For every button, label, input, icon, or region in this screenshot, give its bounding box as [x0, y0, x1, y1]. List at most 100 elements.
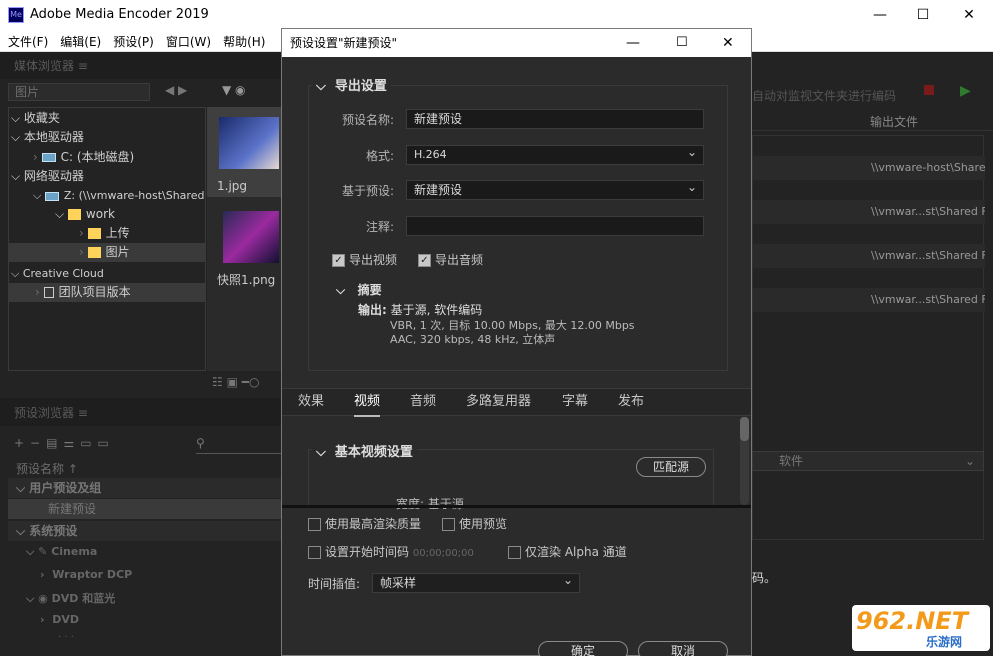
match-source-button[interactable]: 匹配源	[636, 457, 706, 477]
tab-video[interactable]: 视频	[354, 389, 381, 417]
queue-panel: 自动对监视文件夹进行编码 ▶ 输出文件 \\vmware-host\Shared…	[752, 53, 993, 656]
menu-file[interactable]: 文件(F)	[0, 30, 52, 50]
preset-toolbar-icons[interactable]: +−▤⚌▭▭	[14, 436, 115, 450]
timecode-value: 00;00;00;00	[412, 548, 474, 559]
summary-header[interactable]: ⌵ 摘要	[336, 281, 382, 298]
export-audio-checkbox[interactable]: ✓ 导出音频	[418, 251, 483, 268]
menu-window[interactable]: 窗口(W)	[158, 30, 215, 50]
preset-dvd[interactable]: › DVD	[40, 613, 79, 626]
set-timecode-checkbox[interactable]: 设置开始时间码 00;00;00;00	[308, 543, 474, 560]
preset-dvd-bluray[interactable]: ⌵ ◉ DVD 和蓝光	[26, 590, 115, 606]
checkbox-icon	[308, 546, 321, 559]
dialog-titlebar: 预设设置"新建预设" — ☐ ✕	[282, 29, 751, 57]
tab-multiplexer[interactable]: 多路复用器	[466, 389, 531, 415]
dialog-maximize-button[interactable]: ☐	[676, 29, 688, 57]
dialog-minimize-button[interactable]: —	[626, 29, 640, 57]
filter-icon[interactable]: ▼ ◉	[222, 83, 246, 97]
thumb-2-name: 快照1.png	[217, 273, 276, 287]
queue-row-1[interactable]: \\vmware-host\Shared	[753, 156, 985, 180]
stop-icon[interactable]	[924, 85, 934, 95]
start-queue-icon[interactable]: ▶	[960, 83, 971, 99]
video-scrollbar[interactable]	[740, 417, 749, 505]
system-presets-group[interactable]: ⌵ 系统预设	[8, 521, 282, 541]
folder-tree: ⌵ 收藏夹 ⌵ 本地驱动器 › C: (本地磁盘) ⌵ 网络驱动器 ⌵ Z: (…	[8, 107, 206, 371]
time-interp-label: 时间插值:	[308, 577, 361, 591]
tab-effects[interactable]: 效果	[298, 389, 324, 415]
back-forward-icon[interactable]: ◀ ▶	[165, 83, 187, 97]
ok-button[interactable]: 确定	[538, 641, 628, 656]
alpha-only-checkbox[interactable]: 仅渲染 Alpha 通道	[508, 543, 627, 560]
tree-images[interactable]: › 图片	[9, 243, 205, 262]
folder-icon	[67, 209, 81, 220]
checkmark-icon: ✓	[332, 254, 345, 267]
queue-list: \\vmware-host\Shared \\vmwar...st\Shared…	[752, 135, 985, 540]
tree-network-drives[interactable]: ⌵ 网络驱动器	[11, 167, 211, 186]
format-label: 格式:	[365, 149, 394, 163]
tree-team-versions[interactable]: › 团队项目版本	[9, 283, 205, 302]
checkbox-icon	[308, 518, 321, 531]
media-browser-title: 媒体浏览器 ≡	[0, 53, 282, 79]
media-browser-panel: 媒体浏览器 ≡ 图片 ◀ ▶ ▼ ◉ ⌵ 收藏夹 ⌵ 本地驱动器 › C: (本…	[0, 53, 282, 398]
based-on-dropdown[interactable]: 新建预设	[406, 178, 704, 200]
tree-creative-cloud[interactable]: ⌵ Creative Cloud	[11, 264, 211, 283]
thumb-1[interactable]: 1.jpg	[207, 107, 282, 197]
app-title: Adobe Media Encoder 2019	[30, 7, 209, 22]
preset-browser-panel: 预设浏览器 ≡ +−▤⚌▭▭ ⚲ 预设名称 ↑ ⌵ 用户预设及组 新建预设 ⌵ …	[0, 400, 282, 656]
preset-search-input[interactable]: ⚲	[196, 436, 282, 454]
scroll-thumb[interactable]	[740, 417, 749, 441]
summary-output: 输出: 基于源, 软件编码	[358, 303, 483, 317]
maximize-button[interactable]: ☐	[900, 0, 946, 30]
menu-edit[interactable]: 编辑(E)	[52, 30, 105, 50]
comment-input[interactable]	[406, 216, 704, 236]
view-toggle-icon[interactable]: ☷ ▣ ━○	[212, 375, 259, 389]
menu-preset[interactable]: 预设(P)	[105, 30, 158, 50]
preset-browser-title: 预设浏览器 ≡	[0, 400, 282, 426]
tree-c-drive[interactable]: › C: (本地磁盘)	[33, 148, 233, 167]
time-interp-dropdown[interactable]: 帧采样	[372, 571, 580, 593]
drive-icon	[41, 153, 56, 162]
tree-favorites[interactable]: ⌵ 收藏夹	[11, 109, 211, 128]
renderer-dropdown[interactable]: 软件 ⌄	[752, 451, 984, 471]
app-logo: Me	[8, 7, 24, 23]
queue-row-4[interactable]: \\vmwar...st\Shared F	[753, 288, 985, 312]
minimize-button[interactable]: —	[857, 0, 903, 30]
tree-local-drives[interactable]: ⌵ 本地驱动器	[11, 128, 211, 147]
close-button[interactable]: ✕	[946, 0, 992, 30]
folder-icon	[87, 247, 101, 258]
preset-column-header[interactable]: 预设名称 ↑	[16, 460, 78, 477]
tab-audio[interactable]: 音频	[410, 389, 436, 415]
checkbox-icon	[508, 546, 521, 559]
based-on-label: 基于预设:	[341, 184, 394, 198]
dialog-close-button[interactable]: ✕	[722, 29, 734, 57]
tab-captions[interactable]: 字幕	[562, 389, 588, 415]
preset-item-new[interactable]: 新建预设	[8, 499, 282, 519]
watermark-logo: 962.NET 乐游网	[852, 605, 990, 651]
preset-cinema[interactable]: ⌵ ✎ Cinema	[26, 545, 97, 559]
preset-name-input[interactable]: 新建预设	[406, 109, 704, 129]
comment-label: 注释:	[365, 220, 394, 234]
menu-help[interactable]: 帮助(H)	[215, 30, 269, 50]
max-render-quality-checkbox[interactable]: 使用最高渲染质量	[308, 515, 421, 532]
settings-tabs: 效果 视频 音频 多路复用器 字幕 发布	[282, 388, 751, 417]
dialog-title: 预设设置"新建预设"	[290, 36, 398, 50]
use-preview-checkbox[interactable]: 使用预览	[442, 515, 507, 532]
thumb-2[interactable]: 快照1.png	[207, 207, 282, 327]
export-settings-header[interactable]: ⌵ 导出设置	[312, 75, 391, 94]
user-presets-group[interactable]: ⌵ 用户预设及组	[8, 478, 282, 498]
queue-status-text: 码。	[752, 571, 777, 585]
thumbnail-area: 1.jpg 快照1.png	[207, 107, 282, 371]
queue-row-2[interactable]: \\vmwar...st\Shared F	[753, 200, 985, 224]
queue-row-3[interactable]: \\vmwar...st\Shared F	[753, 244, 985, 268]
preset-wraptor[interactable]: › Wraptor DCP	[40, 568, 132, 581]
location-dropdown[interactable]: 图片	[8, 83, 150, 101]
cancel-button[interactable]: 取消	[638, 641, 728, 656]
format-dropdown[interactable]: H.264	[406, 143, 704, 165]
width-value: 宽度: 基于源	[396, 497, 464, 511]
basic-video-header[interactable]: ⌵ 基本视频设置	[312, 441, 417, 460]
export-video-checkbox[interactable]: ✓ 导出视频	[332, 251, 397, 268]
image-thumbnail	[219, 117, 279, 169]
tab-publish[interactable]: 发布	[618, 389, 644, 415]
tree-z-drive[interactable]: ⌵ Z: (\\vmware-host\Shared	[33, 186, 233, 205]
image-thumbnail	[223, 211, 279, 263]
divider	[282, 505, 751, 508]
